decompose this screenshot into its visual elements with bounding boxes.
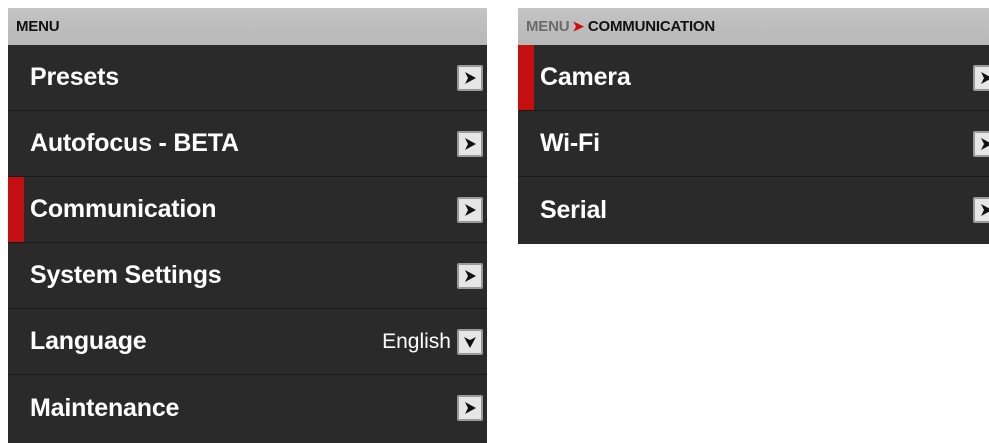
communication-menu-panel: MENU ➤ COMMUNICATION Camera Wi-Fi Serial: [518, 8, 989, 244]
menu-item-label: Wi-Fi: [540, 129, 600, 157]
menu-item-label: Communication: [30, 195, 217, 223]
language-value: English: [382, 329, 451, 353]
menu-title: MENU: [16, 18, 60, 35]
main-menu-panel: MENU Presets Autofocus - BETA Communicat…: [8, 8, 487, 443]
breadcrumb-root[interactable]: MENU: [526, 18, 570, 35]
menu-item-language[interactable]: Language English: [8, 309, 487, 375]
menu-item-label: Autofocus - BETA: [30, 129, 239, 157]
breadcrumb-separator-icon: ➤: [572, 18, 584, 34]
chevron-right-icon[interactable]: [457, 130, 483, 157]
language-select[interactable]: English: [382, 328, 483, 355]
menu-item-maintenance[interactable]: Maintenance: [8, 375, 487, 441]
chevron-right-icon[interactable]: [457, 262, 483, 289]
menu-item-system-settings[interactable]: System Settings: [8, 243, 487, 309]
menu-item-camera[interactable]: Camera: [518, 45, 989, 111]
chevron-right-icon[interactable]: [973, 130, 989, 157]
menu-item-label: Camera: [540, 63, 631, 91]
menu-item-label: Language: [30, 327, 147, 355]
menu-item-label: Maintenance: [30, 393, 180, 422]
breadcrumb-current: COMMUNICATION: [587, 18, 716, 35]
chevron-right-icon[interactable]: [457, 64, 483, 91]
chevron-right-icon[interactable]: [973, 64, 989, 91]
menu-item-autofocus-beta[interactable]: Autofocus - BETA: [8, 111, 487, 177]
menu-item-label: Serial: [540, 195, 607, 224]
menu-item-presets[interactable]: Presets: [8, 45, 487, 111]
menu-item-serial[interactable]: Serial: [518, 177, 989, 243]
chevron-down-icon[interactable]: [457, 328, 483, 355]
menu-item-communication[interactable]: Communication: [8, 177, 487, 243]
menu-item-wi-fi[interactable]: Wi-Fi: [518, 111, 989, 177]
chevron-right-icon[interactable]: [457, 196, 483, 223]
menu-item-label: System Settings: [30, 261, 222, 289]
chevron-right-icon[interactable]: [457, 395, 483, 421]
breadcrumb: MENU ➤ COMMUNICATION: [518, 8, 989, 45]
menu-header: MENU: [8, 8, 487, 45]
chevron-right-icon[interactable]: [973, 197, 989, 223]
menu-item-label: Presets: [30, 63, 119, 91]
